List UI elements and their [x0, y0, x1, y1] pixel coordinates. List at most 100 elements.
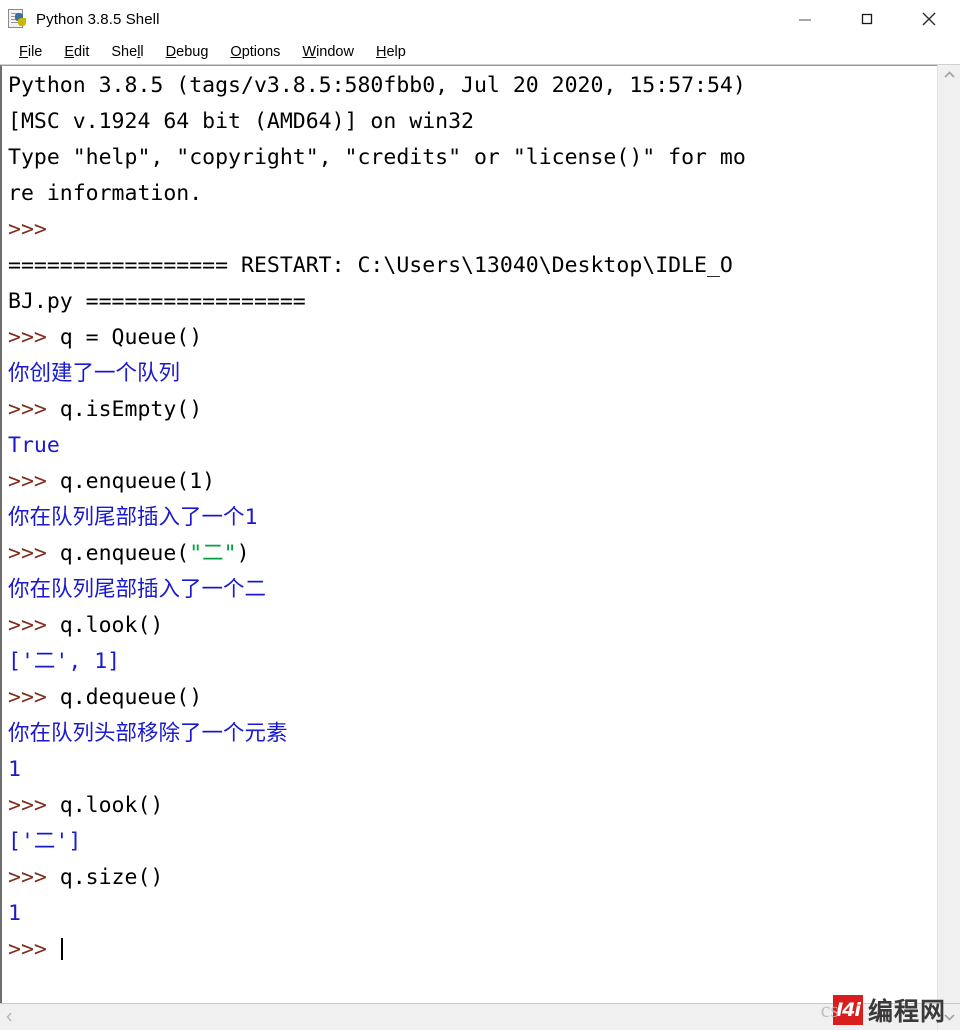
console-segment-out: 1 [8, 757, 21, 782]
minimize-icon [799, 19, 811, 21]
console-line: 1 [8, 752, 937, 788]
console-segment-plain: Python 3.8.5 (tags/v3.8.5:580fbb0, Jul 2… [8, 73, 746, 98]
menu-accelerator: H [375, 43, 387, 60]
console-line: >>> q.dequeue() [8, 680, 937, 716]
menu-accelerator: O [230, 43, 242, 60]
python-idle-icon [7, 8, 29, 30]
console-segment-prompt: >>> [8, 937, 60, 962]
console-line: ['二'] [8, 824, 937, 860]
console-segment-prompt: >>> [8, 325, 60, 350]
menu-accelerator: W [302, 43, 317, 60]
minimize-button[interactable] [774, 0, 836, 38]
console-segment-code: q = Queue() [59, 325, 203, 350]
scroll-left-button[interactable] [0, 1011, 18, 1023]
menu-item-edit[interactable]: Edit [53, 42, 100, 62]
console-segment-code: q.isEmpty() [59, 397, 203, 422]
console-line: 你在队列尾部插入了一个1 [8, 500, 937, 536]
console-segment-out: 你在队列尾部插入了一个二 [8, 577, 267, 602]
console-wrapper: Python 3.8.5 (tags/v3.8.5:580fbb0, Jul 2… [0, 65, 937, 1003]
console-segment-out: 你在队列头部移除了一个元素 [8, 721, 288, 746]
console-segment-out: 1 [8, 901, 21, 926]
console-segment-code: q.enqueue(1) [59, 469, 216, 494]
text-caret [60, 938, 63, 960]
menu-item-options[interactable]: Options [219, 42, 291, 62]
console-line: re information. [8, 176, 937, 212]
window-controls [774, 0, 960, 38]
console-segment-prompt: >>> [8, 397, 60, 422]
console-line: ================= RESTART: C:\Users\1304… [8, 248, 937, 284]
console-segment-plain: ================= RESTART: C:\Users\1304… [8, 253, 733, 278]
console-line: Type "help", "copyright", "credits" or "… [8, 140, 937, 176]
console-segment-plain: Type "help", "copyright", "credits" or "… [8, 145, 746, 170]
console-output[interactable]: Python 3.8.5 (tags/v3.8.5:580fbb0, Jul 2… [2, 66, 937, 1003]
maximize-icon [861, 13, 873, 25]
vertical-scrollbar[interactable] [937, 65, 960, 1003]
menu-item-window[interactable]: Window [291, 42, 365, 62]
console-segment-out: 你创建了一个队列 [8, 361, 181, 386]
console-segment-code: q.size() [59, 865, 164, 890]
console-segment-code: q.look() [59, 793, 164, 818]
menu-accelerator: l [137, 43, 141, 60]
console-segment-out: 你在队列尾部插入了一个1 [8, 505, 258, 530]
console-segment-prompt: >>> [8, 541, 60, 566]
console-segment-prompt: >>> [8, 865, 60, 890]
console-line: >>> q.enqueue("二") [8, 536, 937, 572]
close-button[interactable] [898, 0, 960, 38]
console-line: 1 [8, 896, 937, 932]
console-segment-code: q.look() [59, 613, 164, 638]
console-segment-prompt: >>> [8, 685, 60, 710]
menu-accelerator: F [19, 43, 28, 60]
menu-item-debug[interactable]: Debug [155, 42, 220, 62]
console-segment-prompt: >>> [8, 217, 60, 242]
console-segment-out: ['二'] [8, 829, 82, 854]
console-line: >>> q.size() [8, 860, 937, 896]
console-line: >>> q.look() [8, 608, 937, 644]
console-line: 你在队列头部移除了一个元素 [8, 716, 937, 752]
menu-accelerator: E [64, 43, 75, 60]
console-line: True [8, 428, 937, 464]
console-segment-code: q.dequeue() [59, 685, 203, 710]
console-line: Python 3.8.5 (tags/v3.8.5:580fbb0, Jul 2… [8, 68, 937, 104]
console-line: >>> q.look() [8, 788, 937, 824]
console-segment-plain: re information. [8, 181, 203, 206]
console-line: BJ.py ================= [8, 284, 937, 320]
idle-shell-window: Python 3.8.5 Shell File Edit Shell Debug… [0, 0, 960, 1030]
scrollbar-corner [937, 1004, 960, 1030]
chevron-up-icon [943, 71, 955, 78]
menu-item-shell[interactable]: Shell [100, 42, 154, 62]
console-line: >>> [8, 212, 937, 248]
menu-item-help[interactable]: Help [365, 42, 417, 62]
console-segment-str: "二" [189, 541, 237, 566]
console-line: 你创建了一个队列 [8, 356, 937, 392]
console-segment-plain: [MSC v.1924 64 bit (AMD64)] on win32 [8, 109, 474, 134]
console-line: >>> q.enqueue(1) [8, 464, 937, 500]
window-title: Python 3.8.5 Shell [36, 10, 160, 28]
shell-body: Python 3.8.5 (tags/v3.8.5:580fbb0, Jul 2… [0, 65, 960, 1003]
console-segment-out: ['二', 1] [8, 649, 121, 674]
console-line: [MSC v.1924 64 bit (AMD64)] on win32 [8, 104, 937, 140]
console-segment-plain: BJ.py ================= [8, 289, 306, 314]
console-line: >>> q = Queue() [8, 320, 937, 356]
close-icon [922, 12, 936, 26]
console-segment-code: ) [236, 541, 250, 566]
horizontal-scrollbar-row [0, 1003, 960, 1030]
console-segment-prompt: >>> [8, 469, 60, 494]
vertical-scroll-track[interactable] [938, 85, 960, 1003]
console-line: 你在队列尾部插入了一个二 [8, 572, 937, 608]
title-bar: Python 3.8.5 Shell [0, 0, 960, 39]
chevron-left-icon [6, 1012, 12, 1022]
chevron-down-icon [943, 1014, 955, 1021]
console-segment-code: q.enqueue( [59, 541, 190, 566]
horizontal-scrollbar[interactable] [0, 1004, 937, 1030]
menu-accelerator: D [165, 43, 177, 60]
console-line: >>> [8, 932, 937, 968]
console-line: ['二', 1] [8, 644, 937, 680]
menu-bar: File Edit Shell Debug Options Window Hel… [0, 39, 960, 65]
console-segment-prompt: >>> [8, 613, 60, 638]
menu-item-file[interactable]: File [8, 42, 53, 62]
scroll-up-button[interactable] [938, 65, 960, 85]
console-segment-prompt: >>> [8, 793, 60, 818]
console-line: >>> q.isEmpty() [8, 392, 937, 428]
maximize-button[interactable] [836, 0, 898, 38]
console-segment-out: True [8, 433, 60, 458]
